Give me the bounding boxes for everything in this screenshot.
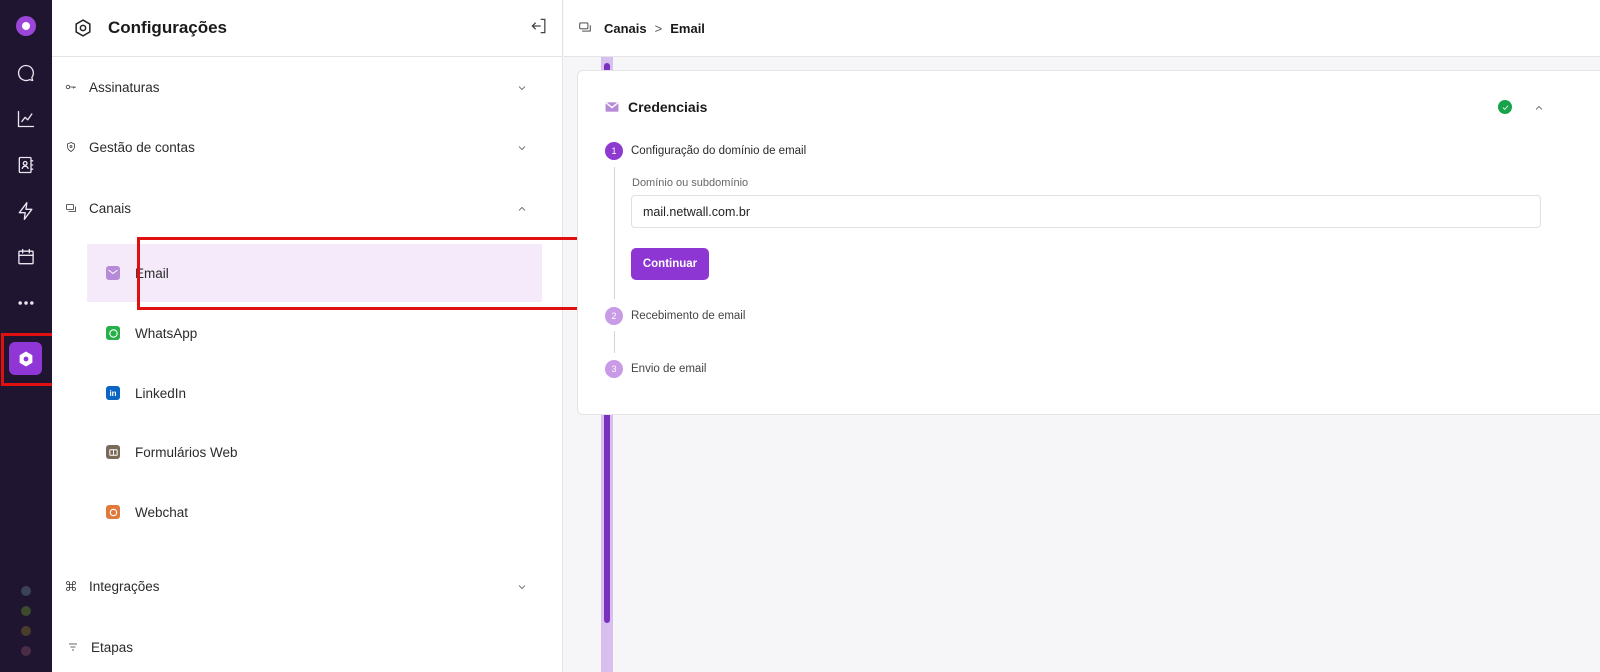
email-item-highlight — [137, 237, 594, 310]
app-nav-rail — [0, 0, 55, 672]
calendar-icon[interactable] — [10, 241, 42, 273]
key-icon — [64, 80, 78, 94]
section-gestao-de-contas[interactable]: Gestão de contas — [52, 135, 550, 159]
step-number: 2 — [605, 307, 623, 325]
status-dot — [21, 586, 31, 596]
step-label: Configuração do domínio de email — [631, 145, 807, 157]
breadcrumb-separator: > — [654, 20, 663, 36]
channels-icon — [64, 201, 78, 215]
domain-field-label: Domínio ou subdomínio — [632, 177, 749, 189]
top-bar: Canais > Email — [564, 0, 1600, 57]
channel-item-linkedin[interactable]: in LinkedIn — [87, 364, 542, 422]
section-label: Canais — [89, 200, 132, 216]
app-logo-icon[interactable] — [10, 10, 42, 42]
email-icon — [605, 101, 619, 112]
card-header: Credenciais — [605, 99, 707, 115]
channels-icon — [578, 20, 594, 36]
section-label: Integrações — [89, 578, 160, 594]
chevron-down-icon — [516, 141, 528, 153]
step-connector — [614, 167, 615, 299]
webchat-icon — [106, 505, 120, 519]
chat-icon[interactable] — [10, 57, 42, 89]
section-label: Etapas — [91, 639, 134, 655]
step-label: Envio de email — [631, 363, 707, 375]
breadcrumb-current: Email — [670, 20, 705, 36]
domain-input[interactable] — [631, 195, 1541, 228]
status-dot — [21, 646, 31, 656]
settings-nav-highlight — [1, 333, 55, 386]
contacts-book-icon[interactable] — [10, 149, 42, 181]
more-icon[interactable] — [10, 287, 42, 319]
continue-button[interactable]: Continuar — [631, 248, 709, 280]
channel-item-formularios-web[interactable]: Formulários Web — [87, 423, 542, 481]
filter-icon — [66, 640, 80, 654]
chevron-up-icon[interactable] — [1533, 101, 1545, 113]
channel-label: LinkedIn — [135, 385, 187, 401]
status-dot — [21, 606, 31, 616]
breadcrumb-parent[interactable]: Canais — [604, 21, 647, 36]
section-etapas[interactable]: Etapas — [52, 635, 550, 659]
step-label: Recebimento de email — [631, 310, 746, 322]
chevron-down-icon — [516, 81, 528, 93]
credentials-card: Credenciais 1 Configuração do domínio de… — [577, 70, 1600, 415]
step-connector — [614, 331, 615, 353]
channel-label: Webchat — [135, 504, 189, 520]
automation-bolt-icon[interactable] — [10, 195, 42, 227]
analytics-icon[interactable] — [10, 103, 42, 135]
chevron-down-icon — [516, 580, 528, 592]
section-label: Gestão de contas — [89, 139, 195, 155]
chevron-up-icon — [516, 202, 528, 214]
step-number: 3 — [605, 360, 623, 378]
web-form-icon — [106, 445, 120, 459]
section-integracoes[interactable]: Integrações — [52, 574, 550, 598]
settings-sidebar: Configurações Assinaturas Gestão de cont… — [52, 0, 613, 672]
exit-settings-icon[interactable] — [529, 16, 549, 36]
step-number: 1 — [605, 142, 623, 160]
linkedin-icon: in — [106, 386, 120, 400]
status-dot — [21, 626, 31, 636]
card-title: Credenciais — [628, 99, 708, 115]
section-label: Assinaturas — [89, 79, 160, 95]
settings-gear-icon — [72, 17, 94, 39]
channel-item-whatsapp[interactable]: WhatsApp — [87, 304, 542, 362]
sidebar-header: Configurações — [52, 0, 562, 57]
check-circle-icon — [1498, 100, 1512, 114]
section-assinaturas[interactable]: Assinaturas — [52, 75, 550, 99]
section-canais[interactable]: Canais — [52, 196, 550, 220]
whatsapp-icon — [106, 326, 120, 340]
sidebar-title: Configurações — [108, 18, 228, 37]
shield-icon — [64, 140, 78, 154]
channel-item-webchat[interactable]: Webchat — [87, 483, 542, 541]
channel-label: WhatsApp — [135, 325, 198, 341]
channel-label: Formulários Web — [135, 444, 238, 460]
email-icon — [106, 266, 120, 280]
integrations-icon — [64, 579, 78, 593]
